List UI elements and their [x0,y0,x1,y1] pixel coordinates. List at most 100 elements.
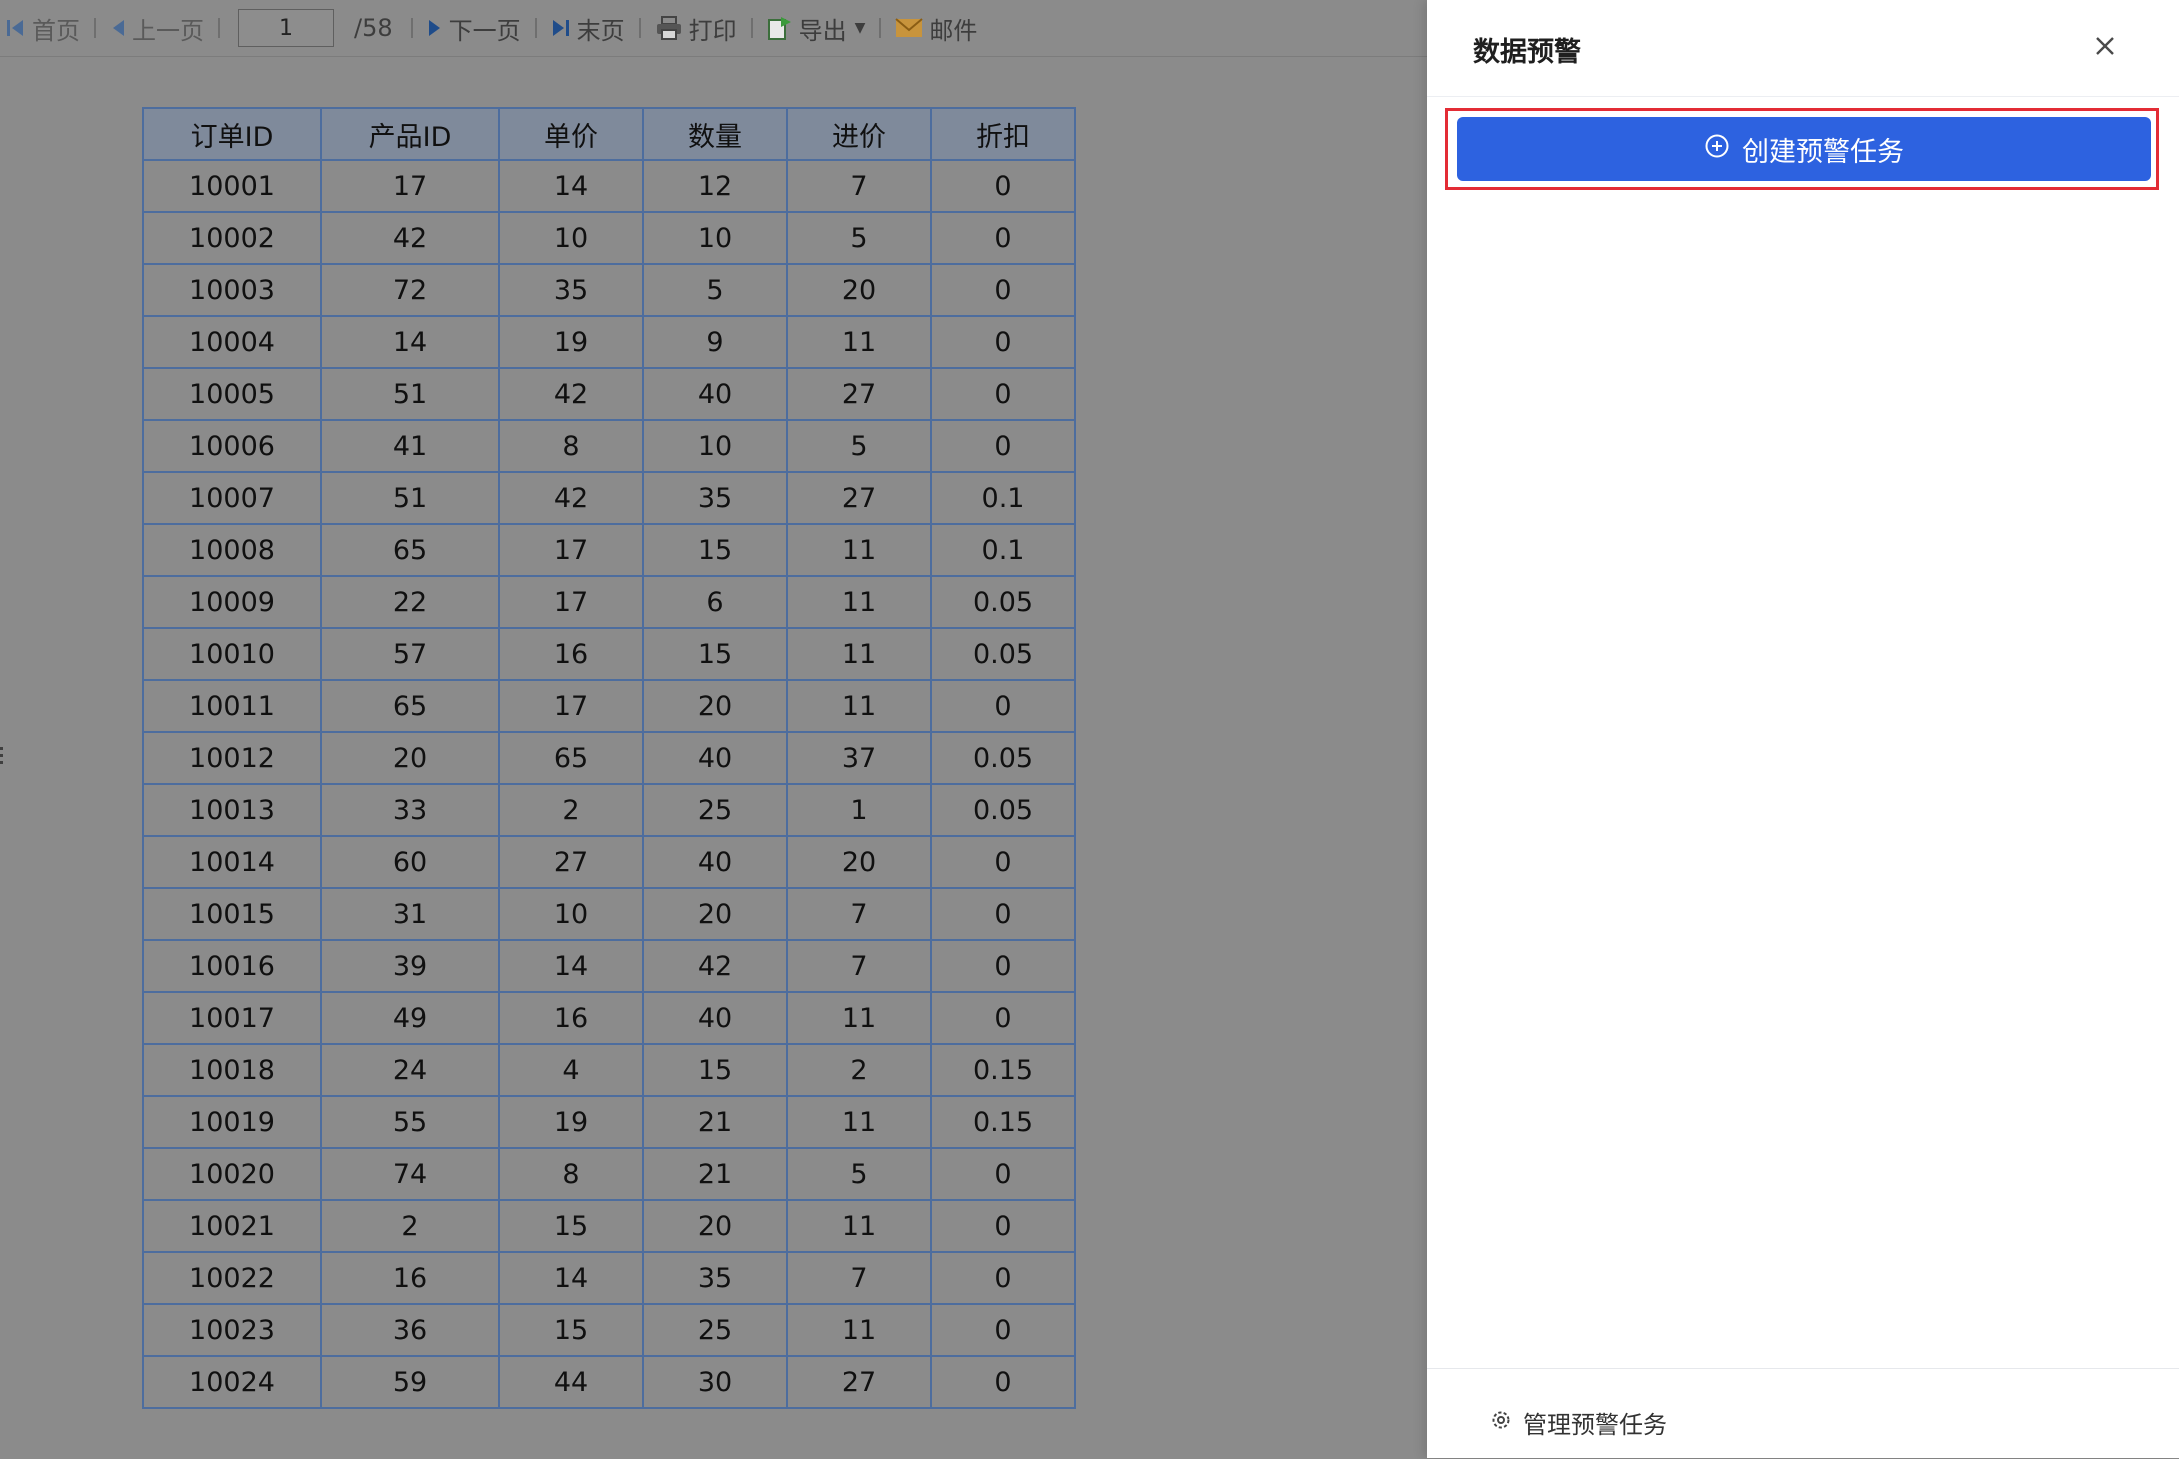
cell-order-id: 10003 [142,263,322,317]
table-row: 10013 33 2 25 1 0.05 [142,783,1076,837]
cell-quantity: 42 [642,939,788,993]
cell-product-id: 74 [320,1147,500,1201]
order-details-table: 订单ID 产品ID 单价 数量 进价 折扣 10001 17 14 12 7 0 10002… [142,107,1076,1409]
export-button[interactable]: 导出 ▼ [767,11,866,46]
table-row: 10024 59 44 30 27 0 [142,1355,1076,1409]
cell-order-id: 10002 [142,211,322,265]
cell-unit-price: 16 [498,991,644,1045]
prev-page-icon [110,17,126,39]
cell-order-id: 10013 [142,783,322,837]
cell-quantity: 15 [642,1043,788,1097]
cell-discount: 0 [930,1199,1076,1253]
table-row: 10002 42 10 10 5 0 [142,211,1076,265]
create-alert-task-button[interactable]: 创建预警任务 [1457,117,2151,181]
cell-discount: 0 [930,1251,1076,1305]
resize-handle[interactable] [0,747,4,764]
cell-quantity: 6 [642,575,788,629]
cell-product-id: 59 [320,1355,500,1409]
cell-cost-price: 37 [786,731,932,785]
cell-order-id: 10017 [142,991,322,1045]
cell-product-id: 51 [320,471,500,525]
cell-product-id: 65 [320,679,500,733]
cell-product-id: 51 [320,367,500,421]
table-row: 10019 55 19 21 11 0.15 [142,1095,1076,1149]
panel-footer: 管理预警任务 [1427,1368,2179,1459]
cell-order-id: 10024 [142,1355,322,1409]
cell-discount: 0 [930,679,1076,733]
cell-cost-price: 5 [786,211,932,265]
chevron-down-icon: ▼ [854,20,866,36]
cell-unit-price: 42 [498,471,644,525]
mail-icon [895,17,924,39]
cell-product-id: 72 [320,263,500,317]
cell-cost-price: 7 [786,939,932,993]
cell-cost-price: 20 [786,263,932,317]
cell-unit-price: 42 [498,367,644,421]
cell-product-id: 42 [320,211,500,265]
cell-unit-price: 35 [498,263,644,317]
panel-title: 数据预警 [1473,37,1581,68]
print-button[interactable]: 打印 [655,11,737,46]
cell-unit-price: 14 [498,1251,644,1305]
cell-product-id: 57 [320,627,500,681]
cell-cost-price: 27 [786,1355,932,1409]
cell-order-id: 10021 [142,1199,322,1253]
cell-quantity: 21 [642,1095,788,1149]
mail-label: 邮件 [929,16,978,45]
table-row: 10005 51 42 40 27 0 [142,367,1076,421]
table-row: 10023 36 15 25 11 0 [142,1303,1076,1357]
cell-quantity: 35 [642,1251,788,1305]
cell-cost-price: 27 [786,367,932,421]
cell-product-id: 22 [320,575,500,629]
manage-alert-tasks-label: 管理预警任务 [1523,1411,1667,1439]
first-page-button[interactable]: 首页 [6,11,80,46]
cell-unit-price: 8 [498,419,644,473]
cell-quantity: 40 [642,731,788,785]
cell-order-id: 10010 [142,627,322,681]
toolbar-divider [750,18,753,38]
cell-unit-price: 17 [498,523,644,577]
next-page-button[interactable]: 下一页 [427,11,521,46]
toolbar-divider [638,18,641,38]
cell-order-id: 10006 [142,419,322,473]
cell-unit-price: 17 [498,679,644,733]
table-row: 10021 2 15 20 11 0 [142,1199,1076,1253]
create-alert-task-label: 创建预警任务 [1742,136,1904,168]
cell-quantity: 40 [642,367,788,421]
prev-page-button[interactable]: 上一页 [110,11,204,46]
cell-unit-price: 65 [498,731,644,785]
cell-cost-price: 11 [786,1199,932,1253]
last-page-icon [551,17,571,39]
cell-discount: 0.15 [930,1043,1076,1097]
cell-order-id: 10020 [142,1147,322,1201]
page-number-input[interactable] [238,9,334,47]
mail-button[interactable]: 邮件 [895,11,977,46]
manage-alert-tasks-link[interactable]: 管理预警任务 [1489,1405,1667,1440]
cell-quantity: 25 [642,1303,788,1357]
table-row: 10006 41 8 10 5 0 [142,419,1076,473]
toolbar-divider [94,18,96,38]
export-icon [767,15,793,41]
cell-unit-price: 14 [498,939,644,993]
cell-cost-price: 1 [786,783,932,837]
last-page-button[interactable]: 末页 [551,11,625,46]
cell-quantity: 5 [642,263,788,317]
toolbar-divider [879,18,882,38]
table-row: 10014 60 27 40 20 0 [142,835,1076,889]
cell-quantity: 35 [642,471,788,525]
table-row: 10003 72 35 5 20 0 [142,263,1076,317]
cell-cost-price: 7 [786,887,932,941]
cell-unit-price: 14 [498,159,644,213]
close-button[interactable] [2083,26,2127,70]
cell-product-id: 33 [320,783,500,837]
cell-discount: 0.05 [930,731,1076,785]
cell-product-id: 55 [320,1095,500,1149]
column-header-cost-price: 进价 [786,107,932,161]
print-label: 打印 [688,16,737,45]
cell-product-id: 60 [320,835,500,889]
cell-quantity: 25 [642,783,788,837]
prev-page-label: 上一页 [132,16,204,45]
cell-unit-price: 10 [498,887,644,941]
cell-discount: 0.05 [930,575,1076,629]
table-row: 10017 49 16 40 11 0 [142,991,1076,1045]
